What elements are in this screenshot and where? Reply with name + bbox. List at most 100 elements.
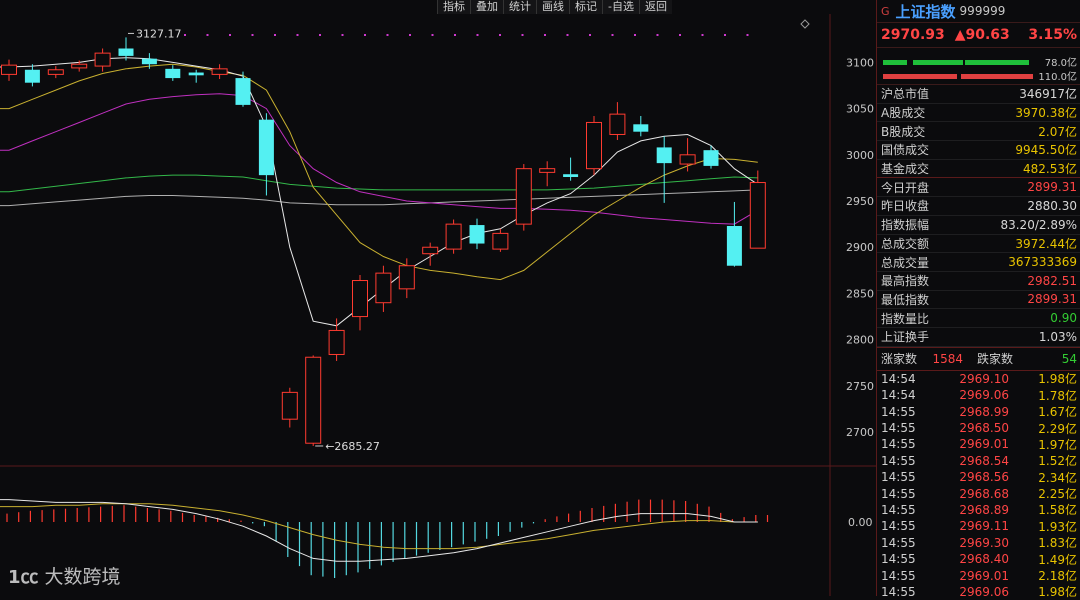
toolbar-button-1[interactable]: 叠加	[470, 0, 504, 14]
watermark-logo-icon: 1㏄	[8, 566, 39, 588]
stat-value: 3970.38亿	[1015, 106, 1077, 121]
tick-price: 2968.54	[959, 453, 1009, 468]
toolbar-button-6[interactable]: 返回	[639, 0, 672, 14]
candle-body	[165, 68, 181, 79]
tick-price: 2968.56	[959, 470, 1009, 485]
tick-volume: 1.93亿	[1038, 519, 1077, 534]
candle-body	[211, 68, 228, 75]
stat-value: 0.90	[1050, 311, 1077, 326]
tick-row[interactable]: 14:55 2968.89 1.58亿	[877, 502, 1080, 518]
candle-body	[188, 72, 204, 76]
tick-row[interactable]: 14:54 2969.06 1.78亿	[877, 387, 1080, 403]
stat-row: 沪总市值 346917亿	[877, 85, 1080, 104]
tick-row[interactable]: 14:55 2969.06 1.98亿	[877, 584, 1080, 600]
group-flag: G	[881, 4, 890, 18]
top-marker-dot	[274, 34, 276, 36]
price-change: ▲90.63	[954, 27, 1010, 43]
stat-label: A股成交	[881, 106, 926, 121]
chart-toolbar: 指标 叠加 统计 画线 标记 -自选 返回	[437, 0, 672, 14]
bar-bottom-value: 110.0亿	[1038, 72, 1077, 83]
tick-price: 2968.68	[959, 486, 1009, 501]
tick-time: 14:55	[881, 552, 916, 567]
tick-price: 2969.30	[959, 535, 1009, 550]
top-marker-dot	[656, 34, 659, 36]
y-axis-label: 2850	[846, 287, 874, 300]
top-marker-dot	[229, 34, 231, 36]
stat-label: 最高指数	[881, 274, 930, 289]
tick-price: 2969.10	[959, 371, 1009, 386]
stat-label: 最低指数	[881, 292, 930, 307]
diamond-icon	[800, 19, 810, 29]
panel-header[interactable]: G 上证指数 999999	[877, 0, 1080, 23]
tick-time: 14:55	[881, 568, 916, 583]
ma-line-yellow	[0, 63, 758, 281]
tick-row[interactable]: 14:55 2968.56 2.34亿	[877, 469, 1080, 485]
tick-price: 2969.01	[959, 568, 1009, 583]
y-axis-label: 2700	[846, 426, 874, 439]
volume-ratio-bars: 78.0亿 110.0亿	[877, 48, 1080, 85]
top-marker-dot	[431, 34, 434, 36]
tick-row[interactable]: 14:55 2968.99 1.67亿	[877, 403, 1080, 420]
tick-volume: 1.58亿	[1038, 503, 1077, 518]
tick-row[interactable]: 14:55 2969.11 1.93亿	[877, 518, 1080, 534]
stat-value: 482.53亿	[1023, 162, 1077, 177]
up-label: 涨家数	[881, 352, 918, 367]
tick-volume: 1.98亿	[1038, 372, 1077, 387]
tick-row[interactable]: 14:55 2968.40 1.49亿	[877, 551, 1080, 567]
top-marker-dot	[454, 34, 456, 36]
tick-row[interactable]: 14:55 2968.54 1.52亿	[877, 453, 1080, 469]
y-axis-label: 2900	[846, 241, 874, 254]
watermark: 1㏄ 大数跨境	[8, 562, 121, 589]
tick-row[interactable]: 14:55 2968.68 2.25亿	[877, 485, 1080, 502]
candle-body	[71, 63, 88, 69]
tick-row[interactable]: 14:55 2969.01 2.18亿	[877, 567, 1080, 584]
top-marker-dot	[296, 34, 299, 36]
candle-body	[398, 265, 415, 290]
stat-value: 3972.44亿	[1015, 236, 1077, 251]
stat-label: 指数振幅	[881, 218, 930, 233]
tick-row[interactable]: 14:55 2969.01 1.97亿	[877, 436, 1080, 452]
tick-time: 14:55	[881, 437, 916, 452]
toolbar-button-5[interactable]: -自选	[602, 0, 639, 14]
toolbar-button-4[interactable]: 标记	[569, 0, 603, 14]
tick-row[interactable]: 14:54 2969.10 1.98亿	[877, 371, 1080, 387]
candle-body	[118, 48, 134, 56]
stat-value: 367333369	[1008, 255, 1077, 270]
quote-panel: G 上证指数 999999 2970.93 ▲90.63 3.15% 78.0亿…	[876, 0, 1080, 599]
stat-value: 2899.31	[1027, 292, 1077, 307]
toolbar-button-0[interactable]: 指标	[437, 0, 471, 14]
high-label: 3127.17	[136, 27, 182, 40]
tick-row[interactable]: 14:55 2969.30 1.83亿	[877, 535, 1080, 551]
tick-price: 2969.06	[959, 388, 1009, 403]
ma-line-gray	[0, 189, 758, 207]
down-count: 54	[1061, 351, 1077, 366]
watermark-text: 大数跨境	[44, 566, 121, 588]
bar-red-2	[961, 74, 1033, 79]
advance-decline: 涨家数 1584 跌家数 54	[877, 348, 1080, 371]
toolbar-button-2[interactable]: 统计	[503, 0, 537, 14]
stat-value: 2.07亿	[1038, 124, 1077, 139]
toolbar-button-3[interactable]: 画线	[536, 0, 570, 14]
top-marker-dot	[184, 34, 186, 36]
top-marker-dot	[386, 34, 389, 36]
tick-row[interactable]: 14:55 2968.50 2.29亿	[877, 420, 1080, 436]
top-marker-dot	[251, 34, 254, 36]
tick-list[interactable]: 14:54 2969.10 1.98亿 14:54 2969.06 1.78亿 14:55 2…	[877, 371, 1080, 600]
macd-zero-label: 0.00	[848, 516, 873, 529]
last-price: 2970.93	[881, 27, 945, 43]
stat-label: 今日开盘	[881, 180, 930, 195]
y-axis-label: 2950	[846, 195, 874, 208]
kline-chart[interactable]: 3100 3050 3000 2950 2900 2850 2800 2750 2700 3127…	[0, 0, 876, 596]
tick-time: 14:55	[881, 470, 916, 485]
tick-volume: 1.83亿	[1038, 536, 1077, 551]
top-marker-dot	[679, 34, 681, 36]
top-marker-dot	[409, 34, 411, 36]
tick-price: 2968.99	[959, 404, 1009, 419]
top-marker-dot	[566, 34, 569, 36]
up-count: 1584	[932, 351, 964, 366]
top-marker-dot	[364, 34, 366, 36]
top-marker-dot	[611, 34, 614, 36]
top-marker-dot	[589, 34, 591, 36]
macd-dea-line	[0, 503, 758, 550]
kline-chart-area[interactable]: 3100 3050 3000 2950 2900 2850 2800 2750 2700 3127…	[0, 0, 876, 596]
